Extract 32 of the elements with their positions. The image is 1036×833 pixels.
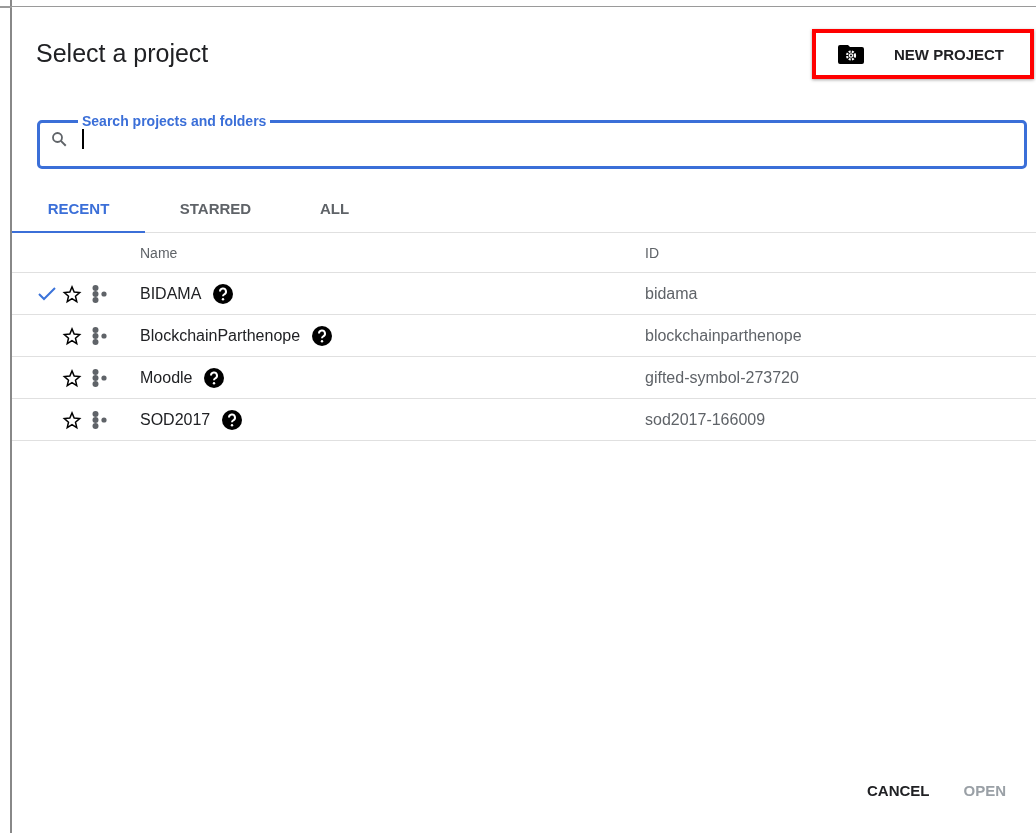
project-id: gifted-symbol-273720	[645, 368, 799, 387]
table-row[interactable]: SOD2017 sod2017-166009	[12, 399, 1036, 441]
folder-gear-icon	[838, 44, 864, 64]
search-icon	[50, 130, 68, 148]
tab[interactable]: RECENT	[12, 191, 145, 233]
column-header: Name	[140, 244, 179, 261]
organization-icon	[90, 409, 110, 430]
text-cursor	[82, 129, 84, 149]
tab[interactable]: ALL	[286, 191, 386, 233]
search-label: Search projects and folders	[81, 113, 268, 129]
help-icon	[222, 409, 243, 430]
project-id: bidama	[645, 284, 698, 303]
dialog-title: Select a project	[36, 39, 209, 68]
column-header: ID	[645, 244, 659, 261]
organization-icon	[90, 325, 110, 346]
project-name: Moodle	[140, 368, 193, 387]
table-row[interactable]: BlockchainParthenope blockchainparthenope	[12, 315, 1036, 357]
project-id: blockchainparthenope	[645, 326, 802, 345]
help-icon	[204, 367, 225, 388]
help-icon	[312, 325, 333, 346]
organization-icon	[90, 283, 110, 304]
project-id: sod2017-166009	[645, 410, 766, 429]
project-name: BlockchainParthenope	[140, 326, 301, 345]
table-row[interactable]: Moodle gifted-symbol-273720	[12, 357, 1036, 399]
search-field[interactable]: Search projects and folders	[37, 113, 1027, 169]
organization-icon	[90, 367, 110, 388]
dialog-button[interactable]: CANCEL	[855, 774, 942, 807]
help-icon	[213, 283, 234, 304]
table-row[interactable]: BIDAMA bidama	[12, 273, 1036, 315]
project-name: SOD2017	[140, 410, 211, 429]
tab[interactable]: STARRED	[145, 191, 286, 233]
project-name: BIDAMA	[140, 284, 202, 303]
